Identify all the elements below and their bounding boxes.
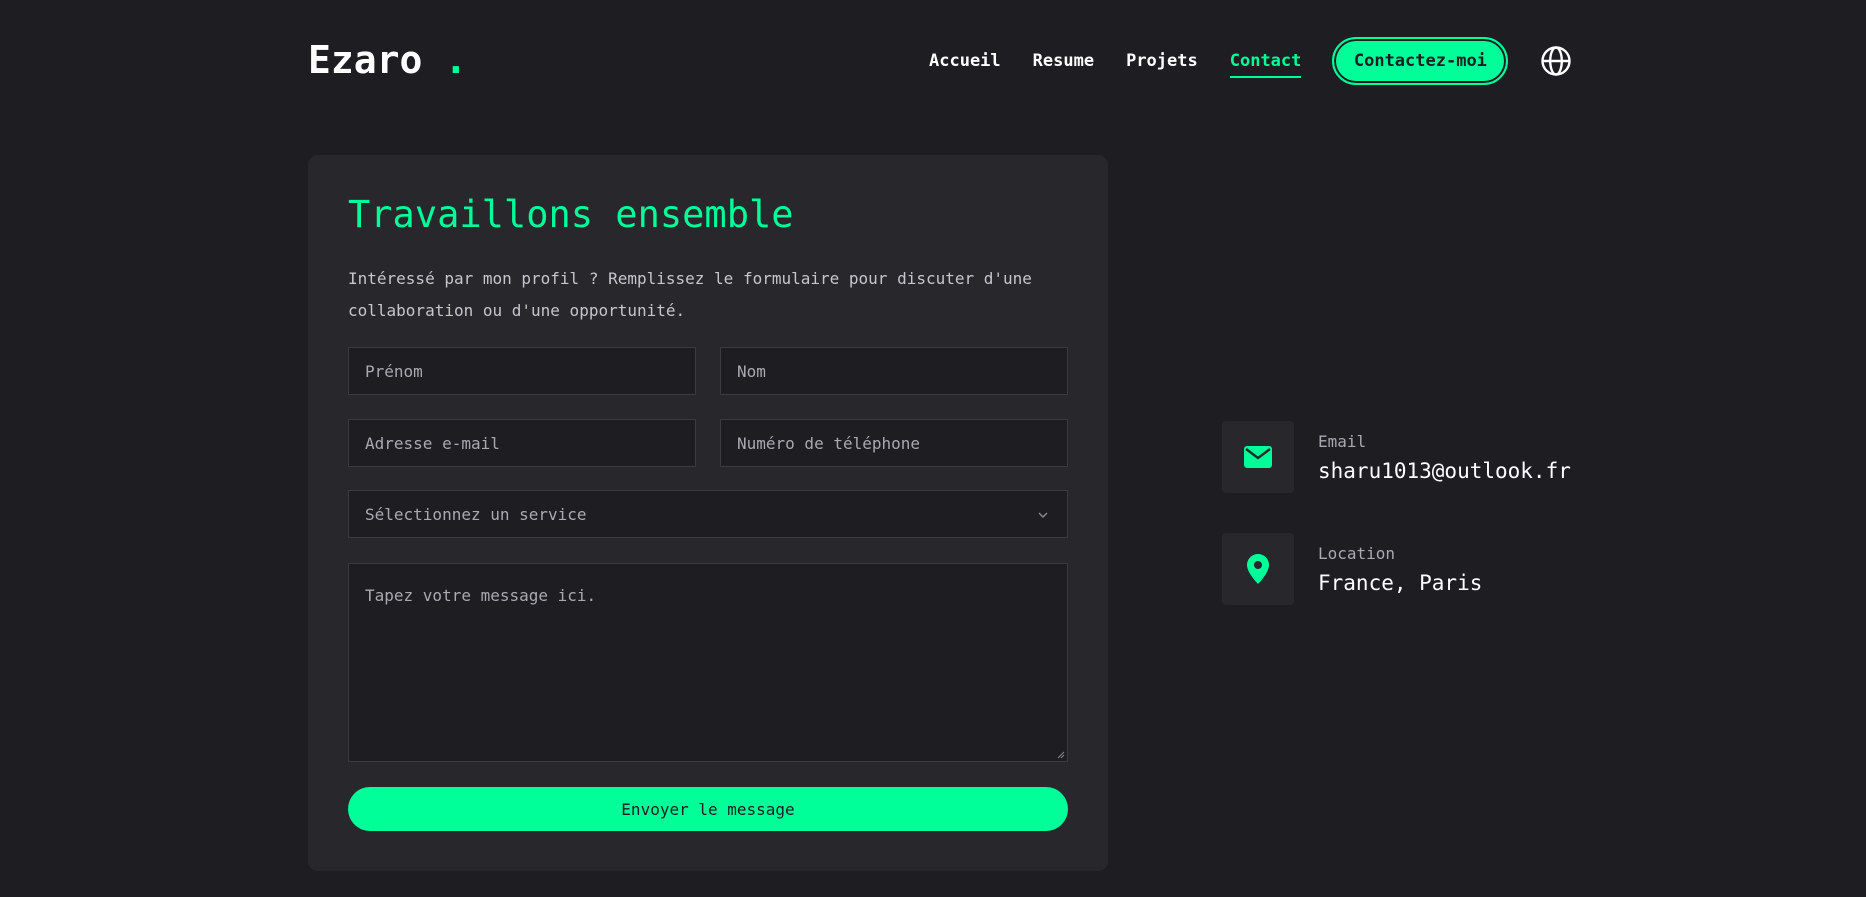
nav-item-contact[interactable]: Contact [1229,45,1301,78]
site-header: Ezaro. Accueil Resume Projets Contact Co… [308,30,1572,92]
message-placeholder: Tapez votre message ici. [365,586,597,605]
logo-dot: . [444,38,468,82]
send-message-button[interactable]: Envoyer le message [348,787,1068,831]
logo[interactable]: Ezaro. [308,38,467,82]
nav-item-accueil[interactable]: Accueil [929,45,1001,77]
form-description: Intéressé par mon profil ? Remplissez le… [348,269,1032,320]
email-label: Email [1318,432,1367,451]
form-title: Travaillons ensemble [348,193,794,236]
location-label: Location [1318,544,1396,563]
globe-icon[interactable] [1540,45,1572,77]
location-value: France, Paris [1318,571,1483,595]
nav-item-resume[interactable]: Resume [1033,45,1094,77]
message-textarea[interactable]: Tapez votre message ici. [348,563,1068,762]
email-icon-box [1222,421,1294,493]
chevron-down-icon [1038,512,1048,518]
last-name-input[interactable]: Nom [720,347,1068,395]
logo-text: Ezaro [308,38,423,82]
first-name-input[interactable]: Prénom [348,347,696,395]
contact-me-button[interactable]: Contactez-moi [1332,37,1509,85]
resize-handle-icon[interactable] [1057,751,1065,759]
main-nav: Accueil Resume Projets Contact Contactez… [929,30,1572,92]
email-value[interactable]: sharu1013@outlook.fr [1318,459,1571,483]
phone-input[interactable]: Numéro de téléphone [720,419,1068,467]
nav-item-projets[interactable]: Projets [1126,45,1198,77]
map-pin-icon [1247,554,1269,584]
service-select-placeholder: Sélectionnez un service [365,504,587,524]
location-icon-box [1222,533,1294,605]
service-select[interactable]: Sélectionnez un service [348,490,1068,538]
envelope-icon [1244,446,1272,468]
email-input[interactable]: Adresse e-mail [348,419,696,467]
contact-form-card: Travaillons ensemble Intéressé par mon p… [308,155,1108,871]
